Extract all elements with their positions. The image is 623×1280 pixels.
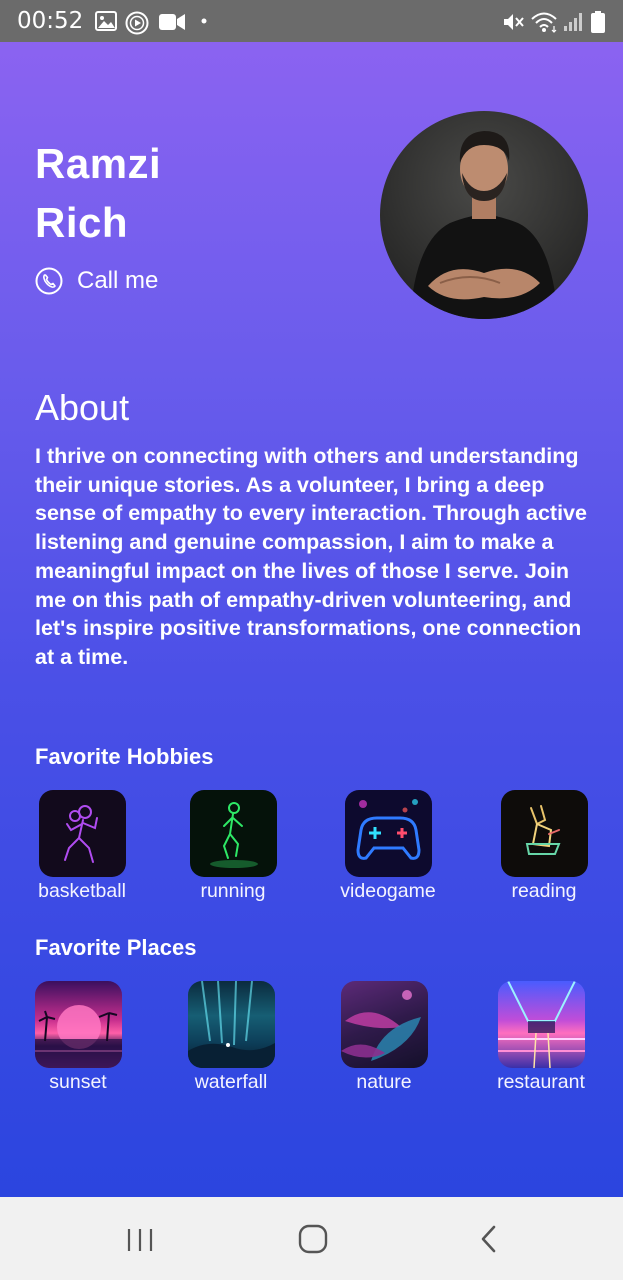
hobby-videogame[interactable]: videogame [318,790,458,903]
profile-screen: Ramzi Rich Call me About I thrive on con… [0,42,623,1197]
status-time: 00:52 [17,8,84,34]
place-sunset[interactable]: sunset [8,981,148,1094]
hobby-label: reading [511,880,577,902]
about-title: About [35,387,130,428]
place-nature[interactable]: nature [314,981,454,1094]
places-title: Favorite Places [35,935,197,960]
dot-icon [201,18,207,24]
back-icon[interactable] [479,1225,499,1253]
wifi-icon [531,12,557,33]
place-label: restaurant [497,1071,585,1093]
nature-image [340,981,428,1068]
image-icon [95,11,117,31]
place-label: nature [356,1071,412,1093]
hobby-label: videogame [340,880,436,902]
mute-icon [504,14,524,30]
place-label: sunset [49,1071,107,1093]
video-camera-icon [159,14,185,30]
basketball-icon [38,790,126,877]
last-name: Rich [35,199,129,246]
navigation-bar [0,1197,623,1280]
hobby-label: basketball [38,880,126,902]
sunset-image [34,981,122,1068]
first-name: Ramzi [35,140,162,187]
place-restaurant[interactable]: restaurant [471,981,611,1094]
restaurant-image [497,981,585,1068]
about-text: I thrive on connecting with others and u… [35,444,587,669]
waterfall-image [187,981,275,1068]
reading-icon [500,790,588,877]
status-bar: 00:52 [0,0,623,42]
hobby-reading[interactable]: reading [474,790,614,903]
call-me-label: Call me [77,267,159,294]
signal-icon [564,13,582,31]
avatar [380,111,588,319]
place-waterfall[interactable]: waterfall [161,981,301,1094]
play-circle-icon [125,11,149,35]
hobby-basketball[interactable]: basketball [12,790,152,903]
hobbies-title: Favorite Hobbies [35,744,214,769]
home-icon[interactable] [298,1224,328,1254]
phone-icon [35,267,63,295]
hobby-label: running [200,880,266,902]
running-icon [189,790,277,877]
recent-apps-icon[interactable] [126,1227,154,1253]
place-label: waterfall [194,1071,268,1093]
battery-icon [591,11,605,33]
gamepad-icon [344,790,432,877]
hobby-running[interactable]: running [163,790,303,903]
call-me-button[interactable]: Call me [35,267,158,295]
